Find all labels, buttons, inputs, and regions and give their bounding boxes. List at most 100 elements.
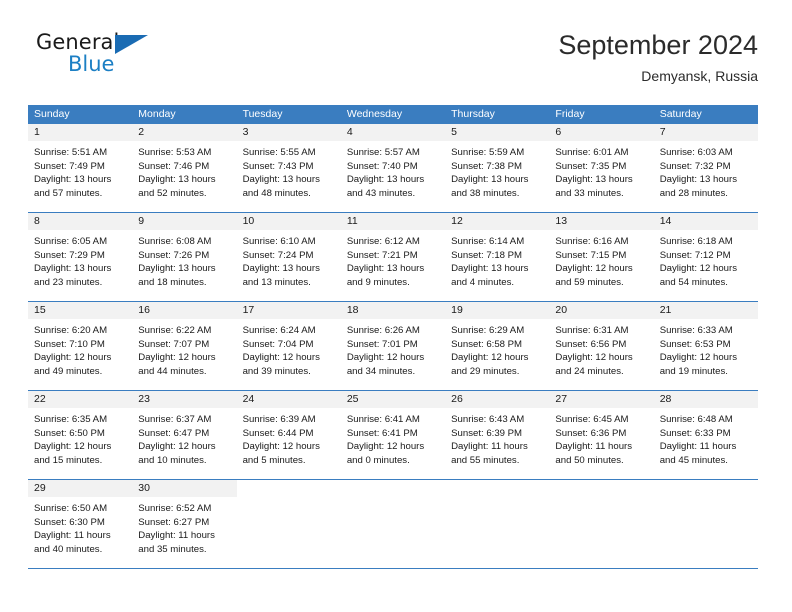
sunset-text: Sunset: 7:49 PM	[34, 160, 105, 172]
day-number	[549, 480, 654, 497]
daylight-text-line2: and 55 minutes.	[451, 454, 520, 466]
sunset-text: Sunset: 6:39 PM	[451, 427, 523, 439]
calendar-day-cell[interactable]: 8 Sunrise: 6:05 AM Sunset: 7:29 PM Daylight…	[28, 213, 133, 301]
day-number: 8	[28, 213, 133, 230]
daylight-text-line2: and 23 minutes.	[34, 276, 103, 288]
calendar-day-cell[interactable]: 13 Sunrise: 6:16 AM Sunset: 7:15 PM Dayligh…	[549, 213, 654, 301]
day-details	[654, 497, 758, 502]
brand-name-general: General	[36, 30, 120, 54]
triangle-icon	[115, 35, 148, 54]
day-details: Sunrise: 6:50 AM Sunset: 6:30 PM Daylight:…	[28, 497, 132, 556]
calendar-day-cell[interactable]: 29 Sunrise: 6:50 AM Sunset: 6:30 PM Dayligh…	[28, 480, 133, 568]
sunrise-text: Sunrise: 6:35 AM	[34, 414, 108, 425]
sunrise-text: Sunrise: 6:14 AM	[451, 236, 525, 247]
weekday-header-friday: Friday	[555, 108, 585, 120]
brand-logo[interactable]: General Blue	[36, 30, 166, 84]
day-details: Sunrise: 6:03 AM Sunset: 7:32 PM Daylight:…	[654, 141, 758, 200]
calendar-day-cell[interactable]: 18 Sunrise: 6:26 AM Sunset: 7:01 PM Dayligh…	[340, 302, 446, 390]
day-details: Sunrise: 6:05 AM Sunset: 7:29 PM Daylight:…	[28, 230, 132, 289]
calendar-day-cell[interactable]: 2 Sunrise: 5:53 AM Sunset: 7:46 PM Daylight…	[132, 124, 237, 212]
calendar-day-cell[interactable]: 3 Sunrise: 5:55 AM Sunset: 7:43 PM Daylight…	[236, 124, 341, 212]
day-number: 24	[236, 391, 341, 408]
daylight-text-line2: and 10 minutes.	[138, 454, 207, 466]
daylight-text-line1: Daylight: 13 hours	[659, 174, 738, 186]
day-number: 12	[445, 213, 550, 230]
calendar-day-cell[interactable]: 22 Sunrise: 6:35 AM Sunset: 6:50 PM Dayligh…	[28, 391, 133, 479]
calendar-day-cell[interactable]: 16 Sunrise: 6:22 AM Sunset: 7:07 PM Dayligh…	[132, 302, 237, 390]
day-number: 21	[653, 302, 758, 319]
calendar-day-cell[interactable]: 24 Sunrise: 6:39 AM Sunset: 6:44 PM Dayligh…	[236, 391, 341, 479]
sunset-text: Sunset: 7:40 PM	[346, 160, 418, 172]
calendar-day-cell[interactable]: 12 Sunrise: 6:14 AM Sunset: 7:18 PM Dayligh…	[445, 213, 550, 301]
weekday-header-sunday: Sunday	[34, 108, 70, 120]
day-number	[236, 480, 341, 497]
sunrise-text: Sunrise: 6:33 AM	[659, 325, 733, 336]
day-details: Sunrise: 6:18 AM Sunset: 7:12 PM Daylight:…	[654, 230, 758, 289]
day-number: 27	[549, 391, 654, 408]
day-number	[653, 480, 758, 497]
daylight-text-line2: and 5 minutes.	[242, 454, 306, 466]
calendar-day-cell[interactable]: 20 Sunrise: 6:31 AM Sunset: 6:56 PM Dayligh…	[549, 302, 654, 390]
sunset-text: Sunset: 7:01 PM	[346, 338, 418, 350]
sunrise-text: Sunrise: 6:01 AM	[555, 147, 629, 158]
sunset-text: Sunset: 6:30 PM	[34, 516, 105, 528]
day-details	[445, 497, 549, 502]
day-details: Sunrise: 6:29 AM Sunset: 6:58 PM Daylight:…	[445, 319, 549, 378]
calendar-day-cell[interactable]: 15 Sunrise: 6:20 AM Sunset: 7:10 PM Dayligh…	[28, 302, 133, 390]
daylight-text-line1: Daylight: 13 hours	[138, 174, 216, 186]
day-number: 1	[28, 124, 133, 141]
calendar-day-cell[interactable]: 5 Sunrise: 5:59 AM Sunset: 7:38 PM Daylight…	[445, 124, 550, 212]
daylight-text-line1: Daylight: 11 hours	[659, 441, 737, 453]
calendar-day-cell[interactable]: 27 Sunrise: 6:45 AM Sunset: 6:36 PM Dayligh…	[549, 391, 654, 479]
calendar-day-cell[interactable]: 6 Sunrise: 6:01 AM Sunset: 7:35 PM Daylight…	[549, 124, 654, 212]
sunrise-text: Sunrise: 6:10 AM	[242, 236, 316, 247]
calendar-day-cell[interactable]: 23 Sunrise: 6:37 AM Sunset: 6:47 PM Dayligh…	[132, 391, 237, 479]
sunset-text: Sunset: 7:26 PM	[138, 249, 210, 261]
calendar-day-cell[interactable]: 30 Sunrise: 6:52 AM Sunset: 6:27 PM Dayligh…	[132, 480, 237, 568]
daylight-text-line2: and 59 minutes.	[555, 276, 624, 288]
sunrise-text: Sunrise: 6:31 AM	[555, 325, 629, 336]
calendar-day-cell[interactable]: 1 Sunrise: 5:51 AM Sunset: 7:49 PM Daylight…	[28, 124, 133, 212]
calendar-day-cell[interactable]: 21 Sunrise: 6:33 AM Sunset: 6:53 PM Dayligh…	[653, 302, 758, 390]
sunset-text: Sunset: 7:07 PM	[138, 338, 210, 350]
daylight-text-line1: Daylight: 12 hours	[451, 352, 529, 364]
sunrise-text: Sunrise: 5:53 AM	[138, 147, 212, 158]
day-details: Sunrise: 6:20 AM Sunset: 7:10 PM Daylight:…	[28, 319, 132, 378]
calendar-day-cell[interactable]: 14 Sunrise: 6:18 AM Sunset: 7:12 PM Dayligh…	[653, 213, 758, 301]
daylight-text-line2: and 18 minutes.	[138, 276, 207, 288]
day-details: Sunrise: 6:10 AM Sunset: 7:24 PM Daylight:…	[237, 230, 341, 289]
calendar-day-cell[interactable]: 11 Sunrise: 6:12 AM Sunset: 7:21 PM Dayligh…	[340, 213, 446, 301]
daylight-text-line1: Daylight: 11 hours	[555, 441, 633, 453]
sunrise-text: Sunrise: 5:57 AM	[346, 147, 420, 158]
sunrise-text: Sunrise: 5:51 AM	[34, 147, 108, 158]
calendar-day-cell[interactable]: 10 Sunrise: 6:10 AM Sunset: 7:24 PM Dayligh…	[236, 213, 341, 301]
sunset-text: Sunset: 7:38 PM	[451, 160, 523, 172]
calendar-page: General Blue September 2024 Demyansk, Ru…	[0, 0, 792, 612]
day-details: Sunrise: 6:22 AM Sunset: 7:07 PM Daylight:…	[132, 319, 236, 378]
day-number: 16	[132, 302, 237, 319]
sunrise-text: Sunrise: 6:50 AM	[34, 503, 108, 514]
daylight-text-line1: Daylight: 13 hours	[138, 263, 216, 275]
day-details: Sunrise: 5:55 AM Sunset: 7:43 PM Daylight:…	[237, 141, 341, 200]
calendar-week-row: 22 Sunrise: 6:35 AM Sunset: 6:50 PM Dayligh…	[28, 390, 758, 479]
daylight-text-line1: Daylight: 12 hours	[346, 352, 425, 364]
day-number: 28	[653, 391, 758, 408]
sunrise-text: Sunrise: 6:29 AM	[451, 325, 525, 336]
weekday-header-monday: Monday	[138, 108, 176, 120]
calendar-day-cell[interactable]: 28 Sunrise: 6:48 AM Sunset: 6:33 PM Dayligh…	[653, 391, 758, 479]
sunrise-text: Sunrise: 5:55 AM	[242, 147, 316, 158]
sunset-text: Sunset: 6:58 PM	[451, 338, 523, 350]
calendar-day-cell[interactable]: 7 Sunrise: 6:03 AM Sunset: 7:32 PM Daylight…	[653, 124, 758, 212]
day-number: 11	[340, 213, 446, 230]
calendar-day-cell[interactable]: 4 Sunrise: 5:57 AM Sunset: 7:40 PM Daylight…	[340, 124, 446, 212]
sunrise-text: Sunrise: 6:24 AM	[242, 325, 316, 336]
calendar-day-cell[interactable]: 9 Sunrise: 6:08 AM Sunset: 7:26 PM Daylight…	[132, 213, 237, 301]
calendar-day-cell[interactable]: 25 Sunrise: 6:41 AM Sunset: 6:41 PM Dayligh…	[340, 391, 446, 479]
daylight-text-line1: Daylight: 12 hours	[346, 441, 425, 453]
calendar-day-cell[interactable]: 26 Sunrise: 6:43 AM Sunset: 6:39 PM Dayligh…	[445, 391, 550, 479]
calendar-day-cell[interactable]: 17 Sunrise: 6:24 AM Sunset: 7:04 PM Dayligh…	[236, 302, 341, 390]
sunset-text: Sunset: 6:56 PM	[555, 338, 627, 350]
brand-name-blue: Blue	[68, 52, 115, 76]
calendar-day-cell[interactable]: 19 Sunrise: 6:29 AM Sunset: 6:58 PM Dayligh…	[445, 302, 550, 390]
day-details: Sunrise: 5:51 AM Sunset: 7:49 PM Daylight:…	[28, 141, 132, 200]
